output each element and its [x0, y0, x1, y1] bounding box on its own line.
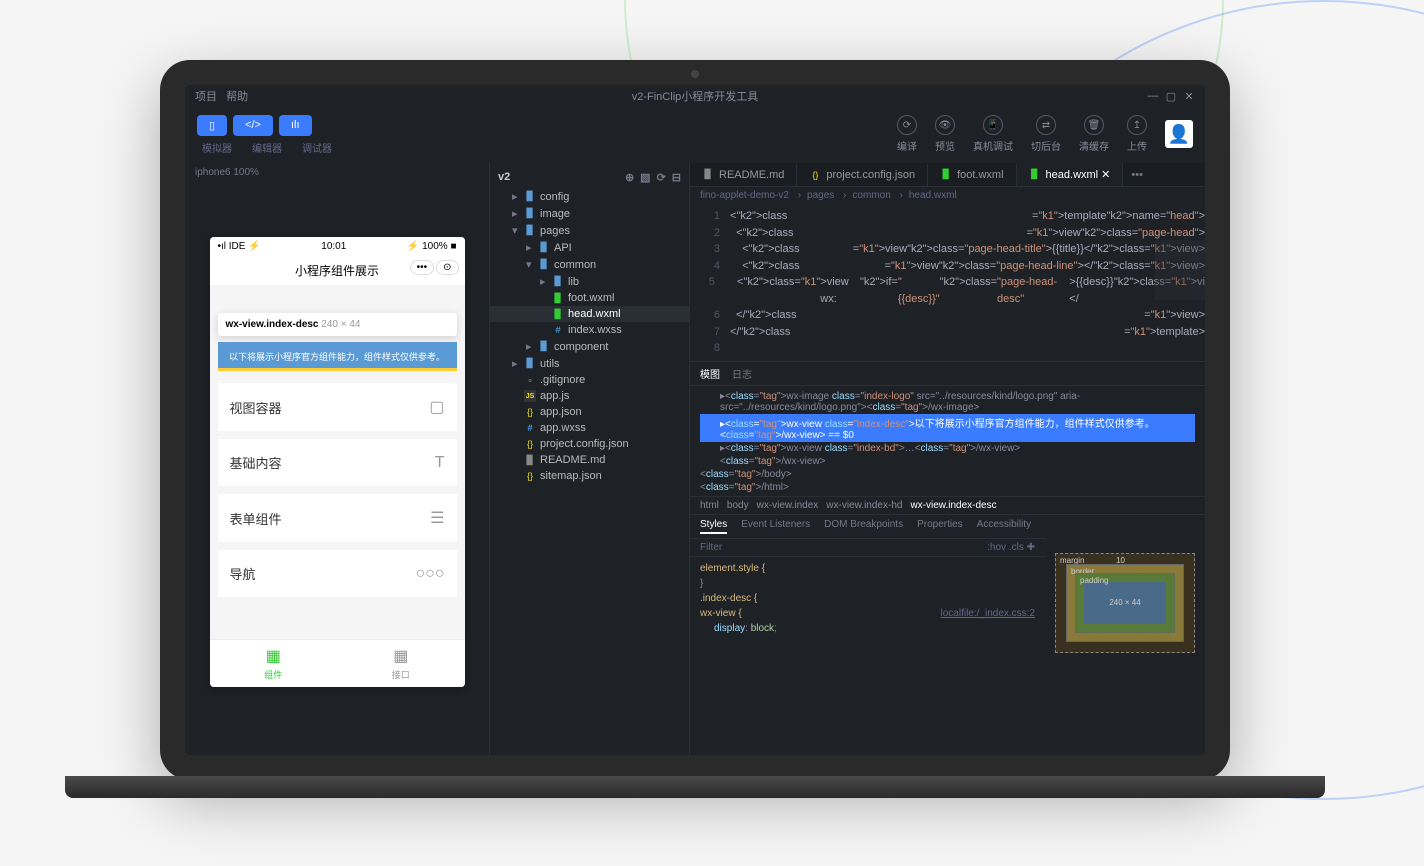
action-2[interactable]: 📱真机调试	[973, 115, 1013, 153]
laptop-frame: 项目 帮助 v2-FinClip小程序开发工具 — ▢ ✕ ▯ </> ılı …	[160, 60, 1230, 780]
box-model: margin 10 border padding 240 × 44	[1045, 515, 1205, 691]
css-rules[interactable]: element.style {}.index-desc {</span></di…	[690, 557, 1045, 640]
file-tree-item[interactable]: #app.wxss	[490, 420, 689, 436]
tab-more[interactable]: •••	[1123, 169, 1151, 181]
collapse-icon[interactable]: ⊟	[672, 171, 681, 184]
phone-simulator: •ıl IDE ⚡10:01⚡ 100% ■ 小程序组件展示 ••• ⊙ wx-…	[210, 237, 465, 687]
inspector-tooltip: wx-view.index-desc 240 × 44	[218, 313, 457, 336]
devtools-tab-elements[interactable]: 模图	[700, 366, 720, 381]
mode-tabs: ▯ </> ılı	[197, 115, 337, 136]
toolbar: ▯ </> ılı 模拟器 编辑器 调试器 ⟳编译👁预览📱真机调试⇄切后台🗑清缓…	[185, 107, 1205, 163]
sim-list-item[interactable]: 视图容器▢	[218, 383, 457, 431]
highlighted-element[interactable]: 以下将展示小程序官方组件能力，组件样式仅供参考。	[218, 342, 457, 371]
phone-header: 小程序组件展示 ••• ⊙	[210, 256, 465, 285]
menu-help[interactable]: 帮助	[226, 91, 248, 103]
styles-tab[interactable]: Styles	[700, 519, 727, 534]
file-tree-item[interactable]: {}project.config.json	[490, 436, 689, 452]
sim-list-item[interactable]: 表单组件☰	[218, 494, 457, 542]
file-tree-item[interactable]: ▉head.wxml	[490, 306, 689, 322]
file-tree-item[interactable]: ▸▉image	[490, 205, 689, 222]
file-tree-item[interactable]: ▉foot.wxml	[490, 290, 689, 306]
titlebar: 项目 帮助 v2-FinClip小程序开发工具 — ▢ ✕	[185, 85, 1205, 107]
dom-tree[interactable]: ▸<class="tag">wx-image class="index-logo…	[690, 386, 1205, 496]
file-tree-item[interactable]: ▸▉config	[490, 188, 689, 205]
menu-bar: 项目 帮助	[195, 88, 248, 104]
file-tree-item[interactable]: ▸▉API	[490, 239, 689, 256]
mode-simulator[interactable]: ▯	[197, 115, 227, 136]
file-explorer: v2 ⊕ ▧ ⟳ ⊟ ▸▉config▸▉image▾▉pages▸▉API▾▉…	[490, 163, 690, 755]
editor-tab[interactable]: ▉foot.wxml	[928, 164, 1016, 186]
action-1[interactable]: 👁预览	[935, 115, 955, 153]
dom-breadcrumb: htmlbodywx-view.indexwx-view.index-hdwx-…	[690, 496, 1205, 515]
file-tree-item[interactable]: #index.wxss	[490, 322, 689, 338]
styles-toggles[interactable]: :hov .cls ✚	[987, 542, 1035, 553]
styles-filter[interactable]: Filter	[700, 542, 722, 553]
window-controls: — ▢ ✕	[1147, 91, 1195, 102]
file-tree-item[interactable]: ▾▉pages	[490, 222, 689, 239]
minimize-button[interactable]: —	[1147, 91, 1159, 102]
editor-tab[interactable]: {}project.config.json	[797, 164, 928, 186]
file-tree-item[interactable]: ▸▉utils	[490, 355, 689, 372]
action-5[interactable]: ↥上传	[1127, 115, 1147, 153]
mode-debugger[interactable]: ılı	[279, 115, 312, 136]
action-3[interactable]: ⇄切后台	[1031, 115, 1061, 153]
device-info: iphone6 100%	[185, 163, 489, 182]
file-tree-item[interactable]: JSapp.js	[490, 388, 689, 404]
phone-tab[interactable]: ▦组件	[210, 640, 338, 687]
simulator-panel: iphone6 100% •ıl IDE ⚡10:01⚡ 100% ■ 小程序组…	[185, 163, 490, 755]
editor-tab[interactable]: ▉head.wxml ✕	[1017, 163, 1124, 186]
action-0[interactable]: ⟳编译	[897, 115, 917, 153]
avatar[interactable]: 👤	[1165, 120, 1193, 148]
styles-tab[interactable]: Accessibility	[977, 519, 1031, 534]
sim-list-item[interactable]: 基础内容T	[218, 439, 457, 486]
new-file-icon[interactable]: ⊕	[625, 171, 634, 184]
file-tree-item[interactable]: ▫.gitignore	[490, 372, 689, 388]
mode-editor[interactable]: </>	[233, 115, 273, 136]
file-tree-item[interactable]: ▉README.md	[490, 452, 689, 468]
phone-statusbar: •ıl IDE ⚡10:01⚡ 100% ■	[210, 237, 465, 256]
action-4[interactable]: 🗑清缓存	[1079, 115, 1109, 153]
minimap[interactable]	[1155, 240, 1205, 300]
styles-tab[interactable]: Event Listeners	[741, 519, 810, 534]
phone-close-button[interactable]: ⊙	[436, 260, 458, 275]
refresh-icon[interactable]: ⟳	[657, 171, 666, 184]
devtools-tab-console[interactable]: 日志	[732, 366, 752, 381]
file-tree-item[interactable]: ▸▉component	[490, 338, 689, 355]
editor-panel: ▉README.md{}project.config.json▉foot.wxm…	[690, 163, 1205, 755]
phone-more-button[interactable]: •••	[410, 260, 435, 275]
editor-tab[interactable]: ▉README.md	[690, 164, 797, 186]
file-tree-item[interactable]: ▾▉common	[490, 256, 689, 273]
window-title: v2-FinClip小程序开发工具	[632, 88, 759, 104]
ide-window: 项目 帮助 v2-FinClip小程序开发工具 — ▢ ✕ ▯ </> ılı …	[185, 85, 1205, 755]
code-editor[interactable]: 1<"k2">class="k1">template "k2">name="he…	[690, 204, 1205, 361]
styles-tab[interactable]: DOM Breakpoints	[824, 519, 903, 534]
maximize-button[interactable]: ▢	[1165, 91, 1177, 102]
devtools-panel: 模图 日志 ▸<class="tag">wx-image class="inde…	[690, 361, 1205, 691]
new-folder-icon[interactable]: ▧	[640, 171, 650, 184]
close-button[interactable]: ✕	[1183, 91, 1195, 102]
file-tree-item[interactable]: {}app.json	[490, 404, 689, 420]
breadcrumb: fino-applet-demo-v2pagescommonhead.wxml	[690, 187, 1205, 204]
sim-list-item[interactable]: 导航○○○	[218, 550, 457, 597]
project-root[interactable]: v2	[498, 171, 510, 184]
menu-project[interactable]: 项目	[195, 91, 217, 103]
file-tree-item[interactable]: {}sitemap.json	[490, 468, 689, 484]
phone-tab[interactable]: ▦接口	[337, 640, 465, 687]
file-tree-item[interactable]: ▸▉lib	[490, 273, 689, 290]
styles-tab[interactable]: Properties	[917, 519, 963, 534]
